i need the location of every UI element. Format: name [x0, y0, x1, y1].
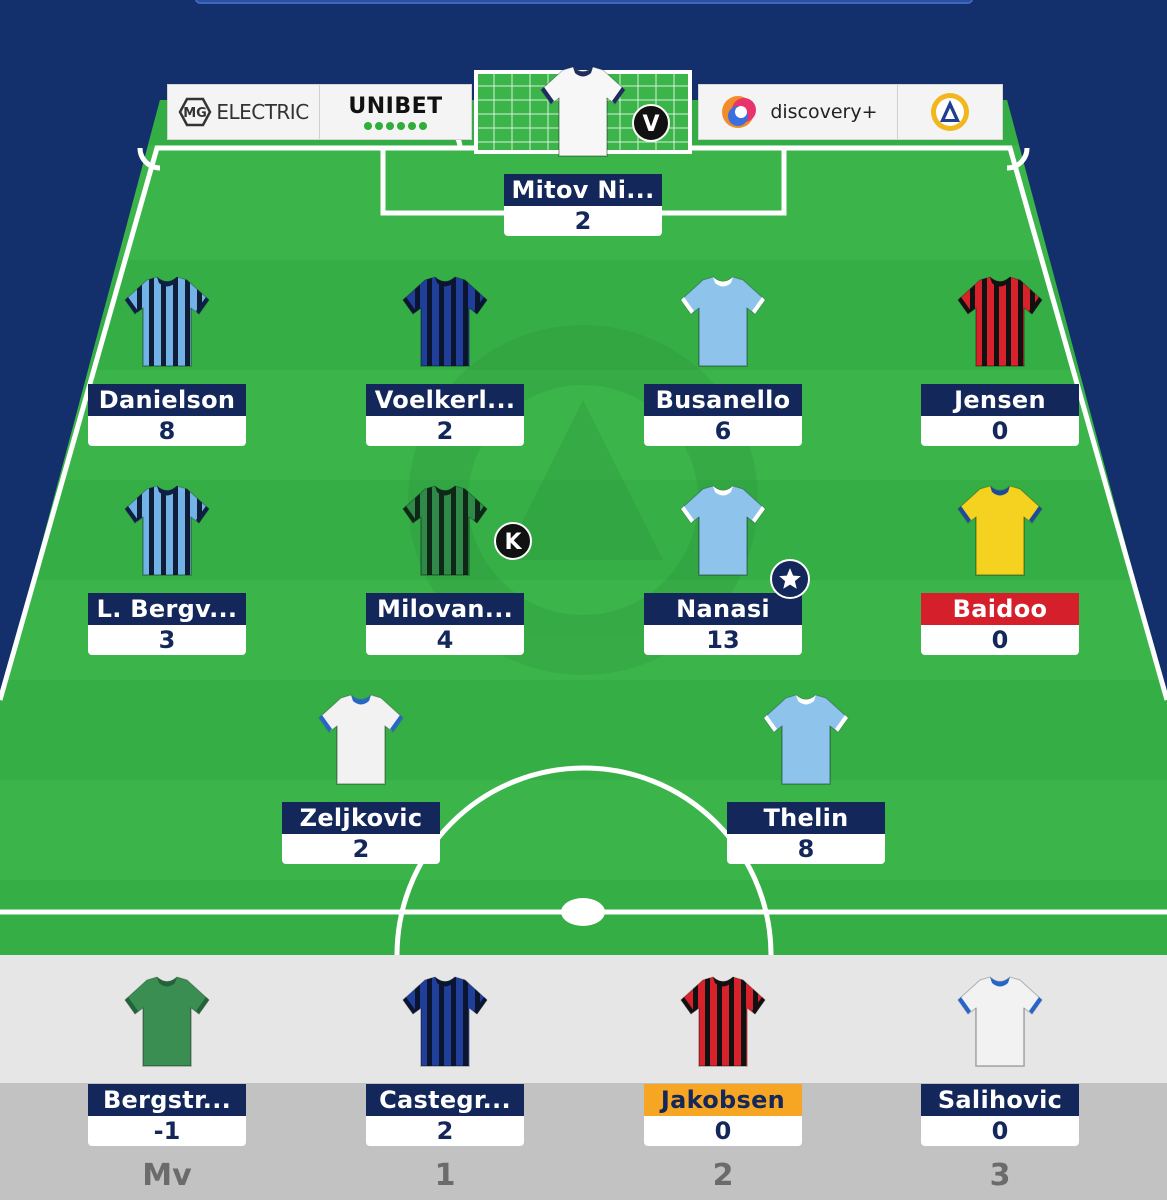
player-card[interactable]: Voelkerl... 2 [366, 272, 524, 446]
player-card[interactable]: Busanello 6 [644, 272, 802, 446]
player-points: 0 [644, 1116, 802, 1146]
sponsor-label: ELECTRIC [216, 100, 309, 124]
player-card[interactable]: Mitov Ni... 2 [504, 62, 662, 236]
shirt-icon [673, 972, 773, 1072]
shirt-icon [311, 690, 411, 790]
shirt-icon [395, 481, 495, 581]
bench-player-card[interactable]: Castegr... 2 [366, 972, 524, 1146]
shirt-icon [117, 481, 217, 581]
shirt-icon [756, 690, 856, 790]
shirt-icon [395, 972, 495, 1072]
mg-logo-icon: MG [178, 97, 212, 127]
player-points: 3 [88, 625, 246, 655]
sponsor-board-right: discovery+ [698, 84, 1003, 140]
sponsor-label: UNIBET [348, 94, 443, 119]
sponsor-board-left: MG ELECTRIC UNIBET [167, 84, 472, 140]
shirt-icon [117, 272, 217, 372]
player-name: Salihovic [921, 1084, 1079, 1116]
player-name: Busanello [644, 384, 802, 416]
star-player-icon [770, 559, 810, 599]
player-card[interactable]: L. Bergv... 3 [88, 481, 246, 655]
player-name-injured: Baidoo [921, 593, 1079, 625]
shirt-icon [533, 62, 633, 162]
sponsor-unibet: UNIBET [320, 85, 471, 139]
svg-text:MG: MG [184, 106, 208, 121]
discovery-logo-icon [722, 96, 757, 128]
shirt-icon [395, 272, 495, 372]
player-card[interactable]: Thelin 8 [727, 690, 885, 864]
bench-player-card[interactable]: Salihovic 0 [921, 972, 1079, 1146]
player-points: 0 [921, 1116, 1079, 1146]
player-points: 2 [504, 206, 662, 236]
player-name: Bergstr... [88, 1084, 246, 1116]
player-name: L. Bergv... [88, 593, 246, 625]
player-card[interactable]: Jensen 0 [921, 272, 1079, 446]
shirt-icon [117, 972, 217, 1072]
shirt-icon [950, 481, 1050, 581]
player-name: Jensen [921, 384, 1079, 416]
bench-player-card[interactable]: Jakobsen 0 [644, 972, 802, 1146]
sponsor-label: discovery+ [770, 101, 878, 123]
player-points: 2 [282, 834, 440, 864]
player-points: 8 [88, 416, 246, 446]
bench-order-label: 2 [712, 1158, 734, 1193]
shirt-icon [950, 972, 1050, 1072]
captain-badge: K [494, 522, 532, 560]
allsvenskan-logo-icon [930, 93, 969, 131]
bench-order-label: Mv [142, 1158, 192, 1193]
player-name: Milovan... [366, 593, 524, 625]
player-name: Voelkerl... [366, 384, 524, 416]
player-points: 0 [921, 416, 1079, 446]
player-name: Mitov Ni... [504, 174, 662, 206]
player-points: 2 [366, 1116, 524, 1146]
player-card[interactable]: Baidoo 0 [921, 481, 1079, 655]
shirt-icon [673, 481, 773, 581]
unibet-dots-icon [363, 122, 427, 130]
player-points: 6 [644, 416, 802, 446]
player-name-doubtful: Jakobsen [644, 1084, 802, 1116]
player-points: 4 [366, 625, 524, 655]
sponsor-discovery: discovery+ [699, 85, 898, 139]
bench-order-label: 3 [989, 1158, 1011, 1193]
player-name: Zeljkovic [282, 802, 440, 834]
player-name: Castegr... [366, 1084, 524, 1116]
player-name: Nanasi [644, 593, 802, 625]
sponsor-league [898, 85, 1002, 139]
sponsor-mg: MG ELECTRIC [168, 85, 320, 139]
player-points: 8 [727, 834, 885, 864]
player-name: Danielson [88, 384, 246, 416]
player-points: 2 [366, 416, 524, 446]
player-points: 0 [921, 625, 1079, 655]
player-card[interactable]: Milovan... 4 [366, 481, 524, 655]
bench-order-label: 1 [434, 1158, 456, 1193]
vice-captain-badge: V [632, 104, 670, 142]
player-points: -1 [88, 1116, 246, 1146]
bench-player-card[interactable]: Bergstr... -1 [88, 972, 246, 1146]
player-card[interactable]: Zeljkovic 2 [282, 690, 440, 864]
shirt-icon [673, 272, 773, 372]
player-card[interactable]: Danielson 8 [88, 272, 246, 446]
shirt-icon [950, 272, 1050, 372]
player-points: 13 [644, 625, 802, 655]
player-name: Thelin [727, 802, 885, 834]
